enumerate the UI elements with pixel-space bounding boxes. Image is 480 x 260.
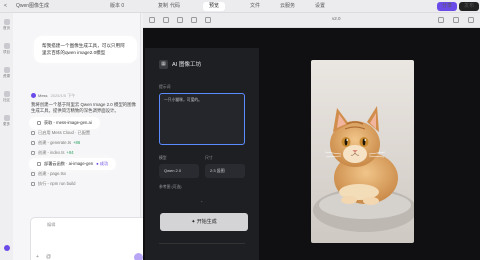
file-icon: [31, 171, 35, 176]
file-icon: [31, 140, 35, 145]
agent-timestamp: 2025/1/5 下午: [50, 93, 76, 98]
tab-code[interactable]: 代码: [170, 2, 180, 11]
rail-item-projects[interactable]: 项目: [2, 43, 11, 54]
tab-preview[interactable]: 预览: [203, 2, 226, 11]
rail-item-home[interactable]: 首页: [2, 19, 11, 30]
file-icon: [31, 150, 35, 155]
app-logo-icon: ▦: [159, 60, 168, 70]
open-external-icon[interactable]: [453, 17, 459, 23]
cat-image: [311, 60, 414, 243]
user-avatar[interactable]: [2, 245, 11, 252]
step-create-index[interactable]: 创建 - index.ts +84: [31, 150, 74, 156]
folder-icon: [3, 43, 10, 49]
select-icon[interactable]: [149, 17, 155, 23]
refresh-icon[interactable]: [438, 17, 444, 23]
users-icon: [3, 91, 10, 97]
chat-composer[interactable]: 编辑 + @: [30, 217, 148, 260]
composer-input[interactable]: 编辑: [47, 222, 55, 228]
size-label: 尺寸: [205, 156, 213, 160]
rail-item-community[interactable]: 社区: [2, 91, 11, 102]
step-create-generate[interactable]: 创建 - generate.ts +86: [31, 140, 80, 146]
share-button[interactable]: 分享: [437, 2, 458, 11]
tab-cloud[interactable]: 云服务: [280, 2, 295, 11]
cloud-icon: [31, 130, 35, 135]
deploy-icon: [37, 161, 41, 166]
step-fetch[interactable]: 获取 - mess-image-gen.ai: [31, 119, 98, 127]
publish-button[interactable]: 发布: [459, 2, 480, 11]
top-bar: < Qwen图像生成 版本 0 复制 代码 预览 文件 云服务 设置 分享 发布: [0, 0, 480, 13]
attach-icon[interactable]: +: [36, 254, 39, 260]
model-label: 模型: [159, 156, 167, 160]
terminal-icon: [31, 181, 35, 186]
mobile-icon[interactable]: [205, 17, 211, 23]
home-icon: [3, 19, 10, 25]
avatar-icon: [3, 245, 10, 251]
chat-panel: 帮我搭建一个图像生成工具，可以只用阿里云百炼的qwen image2.0模型 M…: [13, 13, 148, 260]
user-message: 帮我搭建一个图像生成工具，可以只用阿里云百炼的qwen image2.0模型: [37, 39, 134, 60]
prompt-label: 提示词: [159, 85, 171, 89]
step-cloud-enabled[interactable]: 已启用 Mess Cloud · 已配置: [31, 130, 90, 136]
prompt-input[interactable]: 一只小猫咪，可爱的。: [159, 93, 245, 145]
fullscreen-icon[interactable]: [468, 17, 474, 23]
agent-message: 我将创建一个基于阿里云 Qwen Image 2.0 模型的图像生成工具，提供简…: [31, 102, 136, 114]
model-select[interactable]: Qwen 2.0: [159, 164, 199, 178]
step-build[interactable]: 执行 - npm run build: [31, 181, 75, 187]
desktop-icon[interactable]: [191, 17, 197, 23]
agent-header: Mess 2025/1/5 下午: [31, 93, 75, 99]
version-history-button[interactable]: 版本 0: [110, 2, 124, 11]
app-title: ▦ AI 图像工坊: [159, 60, 201, 70]
send-button[interactable]: [134, 253, 143, 260]
mention-icon[interactable]: @: [46, 254, 51, 260]
step-deploy-function[interactable]: 部署云函数 · ai-image-gen ● 成功: [31, 160, 115, 168]
step-create-page[interactable]: 创建 - page.tsx: [31, 171, 66, 177]
code-icon[interactable]: [177, 17, 183, 23]
more-icon: [3, 115, 10, 121]
rail-item-assets[interactable]: 资源: [2, 67, 11, 78]
back-icon[interactable]: <: [4, 2, 7, 11]
tab-files[interactable]: 文件: [250, 2, 260, 11]
generate-button[interactable]: ✦ 开始生成: [160, 213, 248, 231]
edit-icon[interactable]: [163, 17, 169, 23]
version-label: v2.0: [332, 16, 341, 21]
link-icon: [37, 120, 41, 125]
image-icon: [3, 67, 10, 73]
reference-label: 参考图 (可选): [159, 185, 182, 189]
size-select[interactable]: 2:3 竖图: [205, 164, 245, 178]
agent-avatar: [31, 93, 36, 99]
divider: [159, 243, 245, 244]
copy-button[interactable]: 复制: [158, 2, 168, 11]
agent-name: Mess: [38, 93, 48, 98]
preview-toolbar: v2.0: [143, 13, 480, 28]
left-rail: 首页 项目 资源 社区 更多: [0, 13, 13, 260]
rail-item-more[interactable]: 更多: [2, 115, 11, 126]
tab-settings[interactable]: 设置: [315, 2, 325, 11]
project-title: Qwen图像生成: [16, 3, 50, 9]
generated-image[interactable]: [311, 60, 414, 243]
chevron-down-icon[interactable]: ⌄: [200, 198, 203, 203]
